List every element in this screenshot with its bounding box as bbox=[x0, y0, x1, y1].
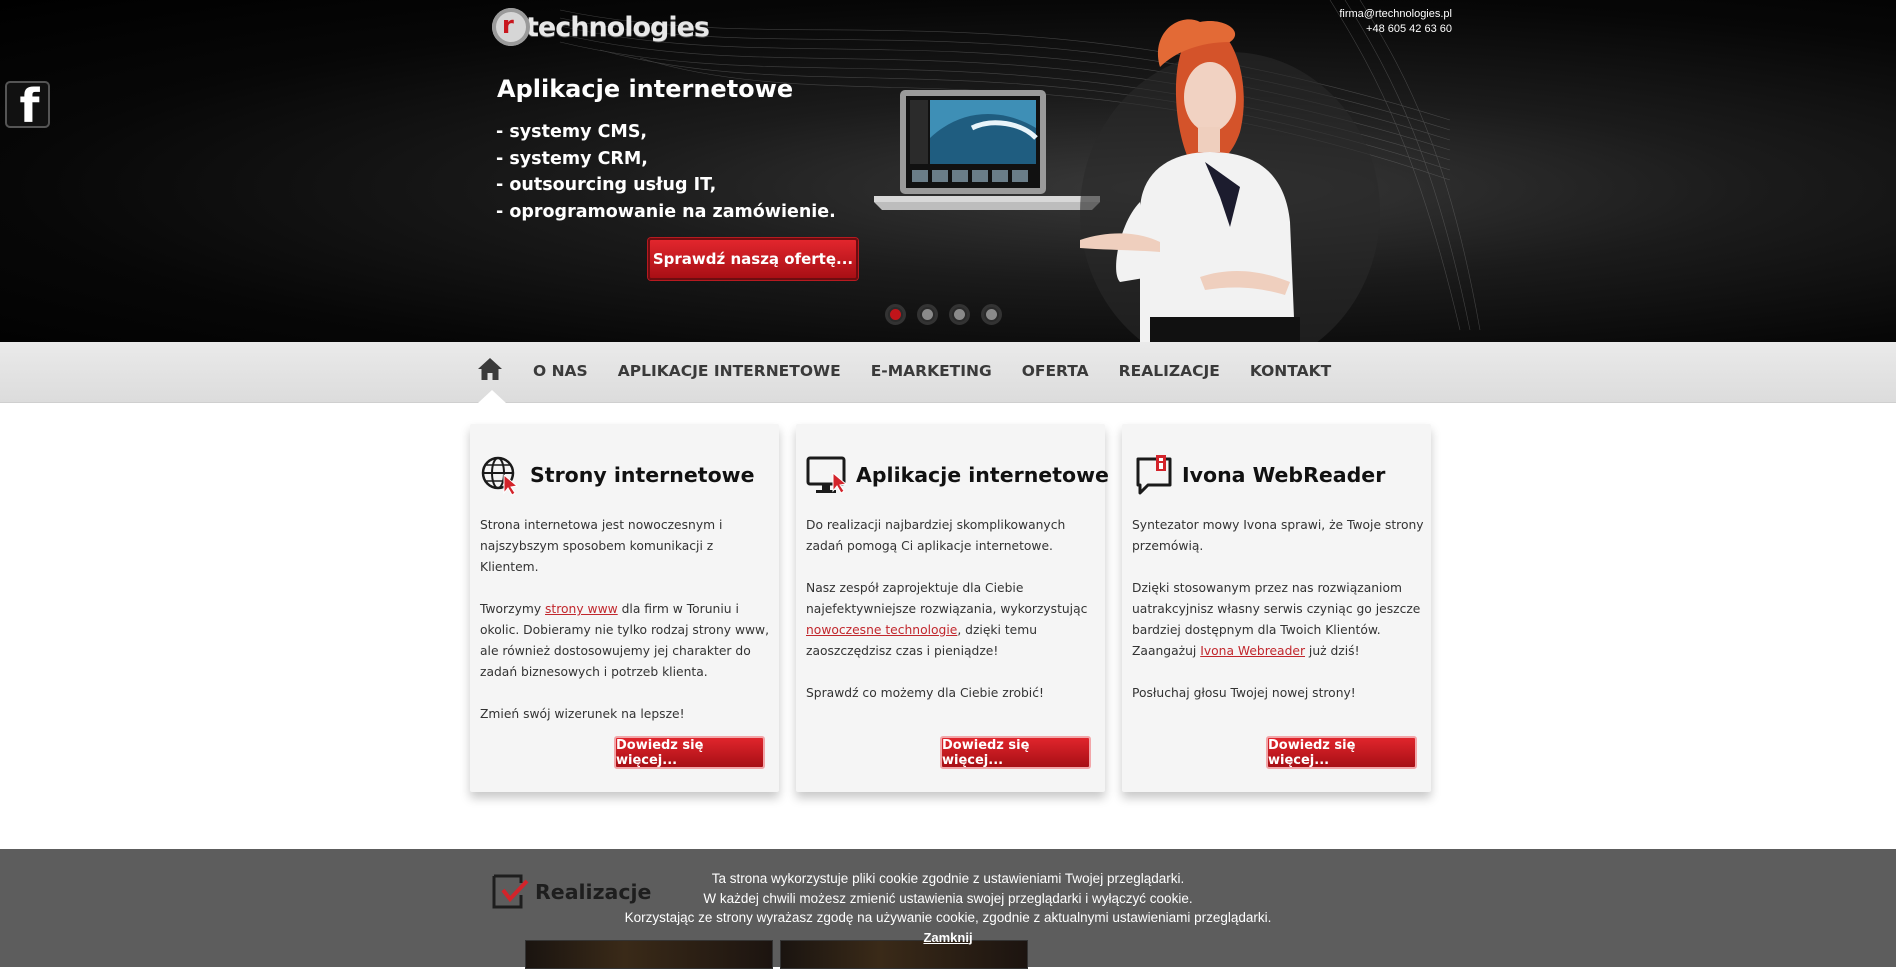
slider-dot[interactable] bbox=[885, 304, 906, 325]
card-title: Aplikacje internetowe bbox=[856, 463, 1109, 487]
facebook-button[interactable]: f bbox=[5, 81, 50, 128]
speech-bubble-icon bbox=[1136, 455, 1172, 495]
cookie-text-line: Korzystając ze strony wyrażasz zgodę na … bbox=[624, 910, 1272, 925]
learn-more-button[interactable]: Dowiedz się więcej... bbox=[614, 736, 765, 769]
card-text: Syntezator mowy Ivona sprawi, że Twoje s… bbox=[1132, 515, 1427, 725]
ivona-webreader-link[interactable]: Ivona Webreader bbox=[1200, 644, 1305, 658]
nav-item-realizacje[interactable]: REALIZACJE bbox=[1119, 362, 1220, 380]
card-paragraph: Posłuchaj głosu Twojej nowej strony! bbox=[1132, 686, 1356, 700]
cookie-text-line: W każdej chwili możesz zmienić ustawieni… bbox=[703, 890, 1193, 906]
slide-feature-list: - systemy CMS, - systemy CRM, - outsourc… bbox=[496, 119, 836, 225]
cookie-text-line: Ta strona wykorzystuje pliki cookie zgod… bbox=[711, 871, 1185, 886]
slider-dot[interactable] bbox=[949, 304, 970, 325]
logo[interactable]: r technologies bbox=[492, 4, 710, 50]
card-title: Strony internetowe bbox=[530, 463, 755, 487]
nav-active-pointer bbox=[478, 390, 506, 403]
logo-text: technologies bbox=[526, 11, 710, 43]
card-text-segment: Tworzymy bbox=[480, 602, 546, 616]
card-paragraph: Dzięki stosowanym przez nas rozwiązaniom… bbox=[1132, 578, 1427, 662]
slide-title: Aplikacje internetowe bbox=[497, 75, 794, 103]
learn-more-button[interactable]: Dowiedz się więcej... bbox=[940, 736, 1091, 769]
card-paragraph: Nasz zespół zaprojektuje dla Ciebie naje… bbox=[806, 578, 1101, 662]
slider-pagination bbox=[885, 304, 1002, 325]
learn-more-button[interactable]: Dowiedz się więcej... bbox=[1266, 736, 1417, 769]
nav-item-aplikacje-internetowe[interactable]: APLIKACJE INTERNETOWE bbox=[618, 362, 841, 380]
hero-slider: r technologies firma@rtechnologies.pl +4… bbox=[0, 0, 1896, 342]
card-paragraph: Strona internetowa jest nowoczesnym i na… bbox=[480, 518, 723, 574]
card-title: Ivona WebReader bbox=[1182, 463, 1386, 487]
card-paragraph: Syntezator mowy Ivona sprawi, że Twoje s… bbox=[1132, 518, 1424, 553]
card-paragraph: Tworzymy strony www dla firm w Toruniu i… bbox=[480, 599, 775, 683]
home-icon[interactable] bbox=[477, 356, 503, 382]
card-header: Strony internetowe bbox=[480, 453, 755, 497]
cookie-banner: Ta strona wykorzystuje pliki cookie zgod… bbox=[0, 869, 1896, 947]
nav-item-o-nas[interactable]: O NAS bbox=[533, 362, 588, 380]
strony-www-link[interactable]: strony www bbox=[545, 602, 618, 616]
slide-feature-item: - systemy CMS, bbox=[496, 122, 648, 142]
globe-cursor-icon bbox=[481, 456, 519, 496]
card-paragraph: Do realizacji najbardziej skomplikowanyc… bbox=[806, 518, 1066, 553]
facebook-icon: f bbox=[19, 81, 40, 128]
nav-menu: O NAS APLIKACJE INTERNETOWE E-MARKETING … bbox=[533, 362, 1361, 380]
card-aplikacje-internetowe: Aplikacje internetowe Do realizacji najb… bbox=[796, 424, 1109, 792]
card-header: Aplikacje internetowe bbox=[806, 453, 1109, 497]
slide-feature-item: - outsourcing usług IT, bbox=[496, 175, 717, 195]
card-text-segment: już dziś! bbox=[1305, 644, 1360, 658]
nowoczesne-technologie-link[interactable]: nowoczesne technologie bbox=[806, 623, 957, 637]
card-strony-internetowe: Strony internetowe Strona internetowa je… bbox=[470, 424, 779, 792]
slider-dot[interactable] bbox=[981, 304, 1002, 325]
slide-feature-item: - oprogramowanie na zamówienie. bbox=[496, 201, 836, 222]
card-text: Do realizacji najbardziej skomplikowanyc… bbox=[806, 515, 1101, 725]
main-navigation: O NAS APLIKACJE INTERNETOWE E-MARKETING … bbox=[0, 342, 1896, 403]
nav-item-oferta[interactable]: OFERTA bbox=[1022, 362, 1089, 380]
card-text: Strona internetowa jest nowoczesnym i na… bbox=[480, 515, 775, 746]
nav-item-kontakt[interactable]: KONTAKT bbox=[1250, 362, 1331, 380]
card-ivona-webreader: Ivona WebReader Syntezator mowy Ivona sp… bbox=[1122, 424, 1431, 792]
laptop-image bbox=[874, 90, 1100, 210]
logo-letter: r bbox=[502, 11, 514, 39]
card-paragraph: Zmień swój wizerunek na lepsze! bbox=[480, 707, 685, 721]
gear-logo-icon: r bbox=[492, 8, 530, 46]
cookie-close-button[interactable]: Zamknij bbox=[923, 930, 972, 945]
woman-image bbox=[1080, 19, 1380, 342]
check-offer-button[interactable]: Sprawdź naszą ofertę... bbox=[648, 238, 858, 280]
monitor-cursor-icon bbox=[806, 456, 848, 494]
card-paragraph: Sprawdź co możemy dla Ciebie zrobić! bbox=[806, 686, 1044, 700]
slide-feature-item: - systemy CRM, bbox=[496, 148, 648, 169]
nav-item-e-marketing[interactable]: E-MARKETING bbox=[871, 362, 992, 380]
card-header: Ivona WebReader bbox=[1132, 453, 1385, 497]
card-text-segment: Nasz zespół zaprojektuje dla Ciebie naje… bbox=[806, 581, 1088, 616]
slider-dot[interactable] bbox=[917, 304, 938, 325]
